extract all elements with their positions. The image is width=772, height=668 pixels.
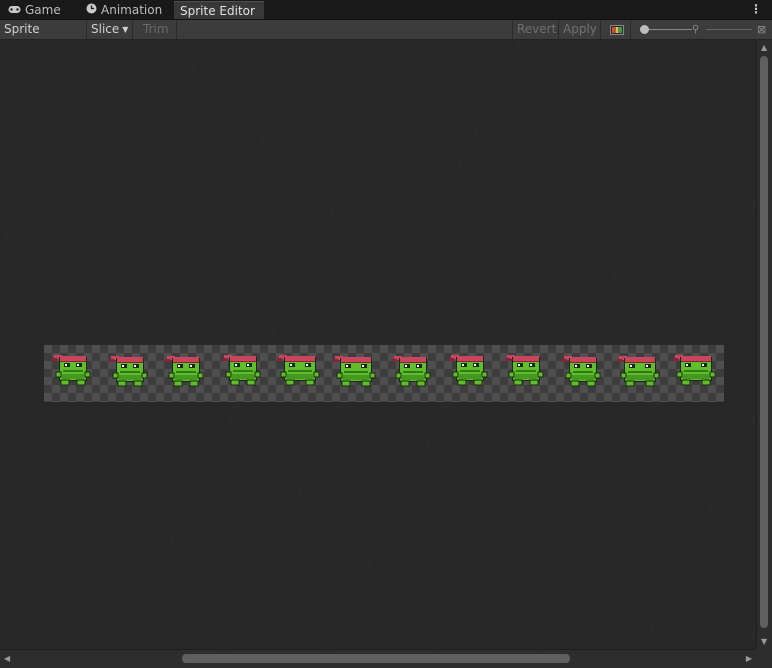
horizontal-scrollbar[interactable]: ◀ ▶ [0, 649, 756, 668]
apply-button[interactable]: Apply [559, 20, 601, 39]
sprite-frame[interactable] [560, 350, 606, 398]
tab-game[interactable]: Game [2, 1, 78, 19]
scroll-left-icon[interactable]: ◀ [4, 654, 10, 663]
horizontal-scroll-thumb[interactable] [182, 654, 570, 663]
sprite-frame[interactable] [617, 350, 663, 398]
chevron-down-icon: ▼ [122, 25, 129, 34]
scroll-up-icon[interactable]: ▲ [761, 43, 767, 52]
tab-animation[interactable]: Animation [80, 1, 172, 19]
slice-dropdown[interactable]: Slice ▼ [87, 20, 133, 39]
tab-animation-label: Animation [101, 3, 163, 17]
gamepad-icon [8, 1, 21, 19]
sprite-sheet[interactable] [44, 345, 724, 402]
sprite-frame[interactable] [163, 350, 209, 398]
scrollbar-corner [756, 649, 772, 668]
color-channel-icon [605, 22, 624, 36]
sprite-frame[interactable] [503, 350, 549, 398]
sprite-frame[interactable] [220, 350, 266, 398]
tab-sprite-editor[interactable]: Sprite Editor [174, 1, 264, 19]
clock-icon [86, 1, 97, 19]
sprite-frame[interactable] [390, 350, 436, 398]
scroll-right-icon[interactable]: ▶ [746, 654, 752, 663]
scroll-down-icon[interactable]: ▼ [761, 637, 767, 646]
more-options-icon[interactable]: ⋮ [750, 2, 762, 16]
window-tab-bar: Game Animation Sprite Editor ⋮ [0, 0, 772, 20]
mode-dropdown[interactable]: Sprite Editor▼ [0, 20, 87, 55]
revert-button[interactable]: Revert [512, 20, 559, 39]
trim-button[interactable]: Trim [133, 20, 177, 39]
sprite-canvas[interactable] [0, 40, 756, 649]
sprite-frame[interactable] [50, 350, 96, 398]
sprite-frame[interactable] [107, 350, 153, 398]
zoom-slider[interactable]: ⚲ ⊠ [640, 23, 766, 36]
magnifier-icon: ⚲ [692, 24, 700, 35]
sprite-editor-toolbar: Sprite Editor▼ Slice▼ Trim Revert Apply … [0, 20, 772, 55]
tab-game-label: Game [25, 3, 61, 17]
vertical-scroll-thumb[interactable] [760, 56, 768, 628]
alpha-slider-thumb[interactable] [640, 25, 649, 34]
zoom-slider-track[interactable] [706, 29, 752, 30]
color-channel-button[interactable] [601, 20, 631, 39]
sprite-frame[interactable] [277, 350, 323, 398]
tab-sprite-editor-label: Sprite Editor [180, 4, 255, 18]
reset-icon[interactable]: ⊠ [757, 23, 766, 36]
sprite-frame[interactable] [447, 350, 493, 398]
slice-dropdown-label: Slice [91, 22, 120, 36]
sprite-frame[interactable] [333, 350, 379, 398]
vertical-scrollbar[interactable]: ▲ ▼ [756, 40, 772, 649]
sprite-frame[interactable] [673, 350, 719, 398]
